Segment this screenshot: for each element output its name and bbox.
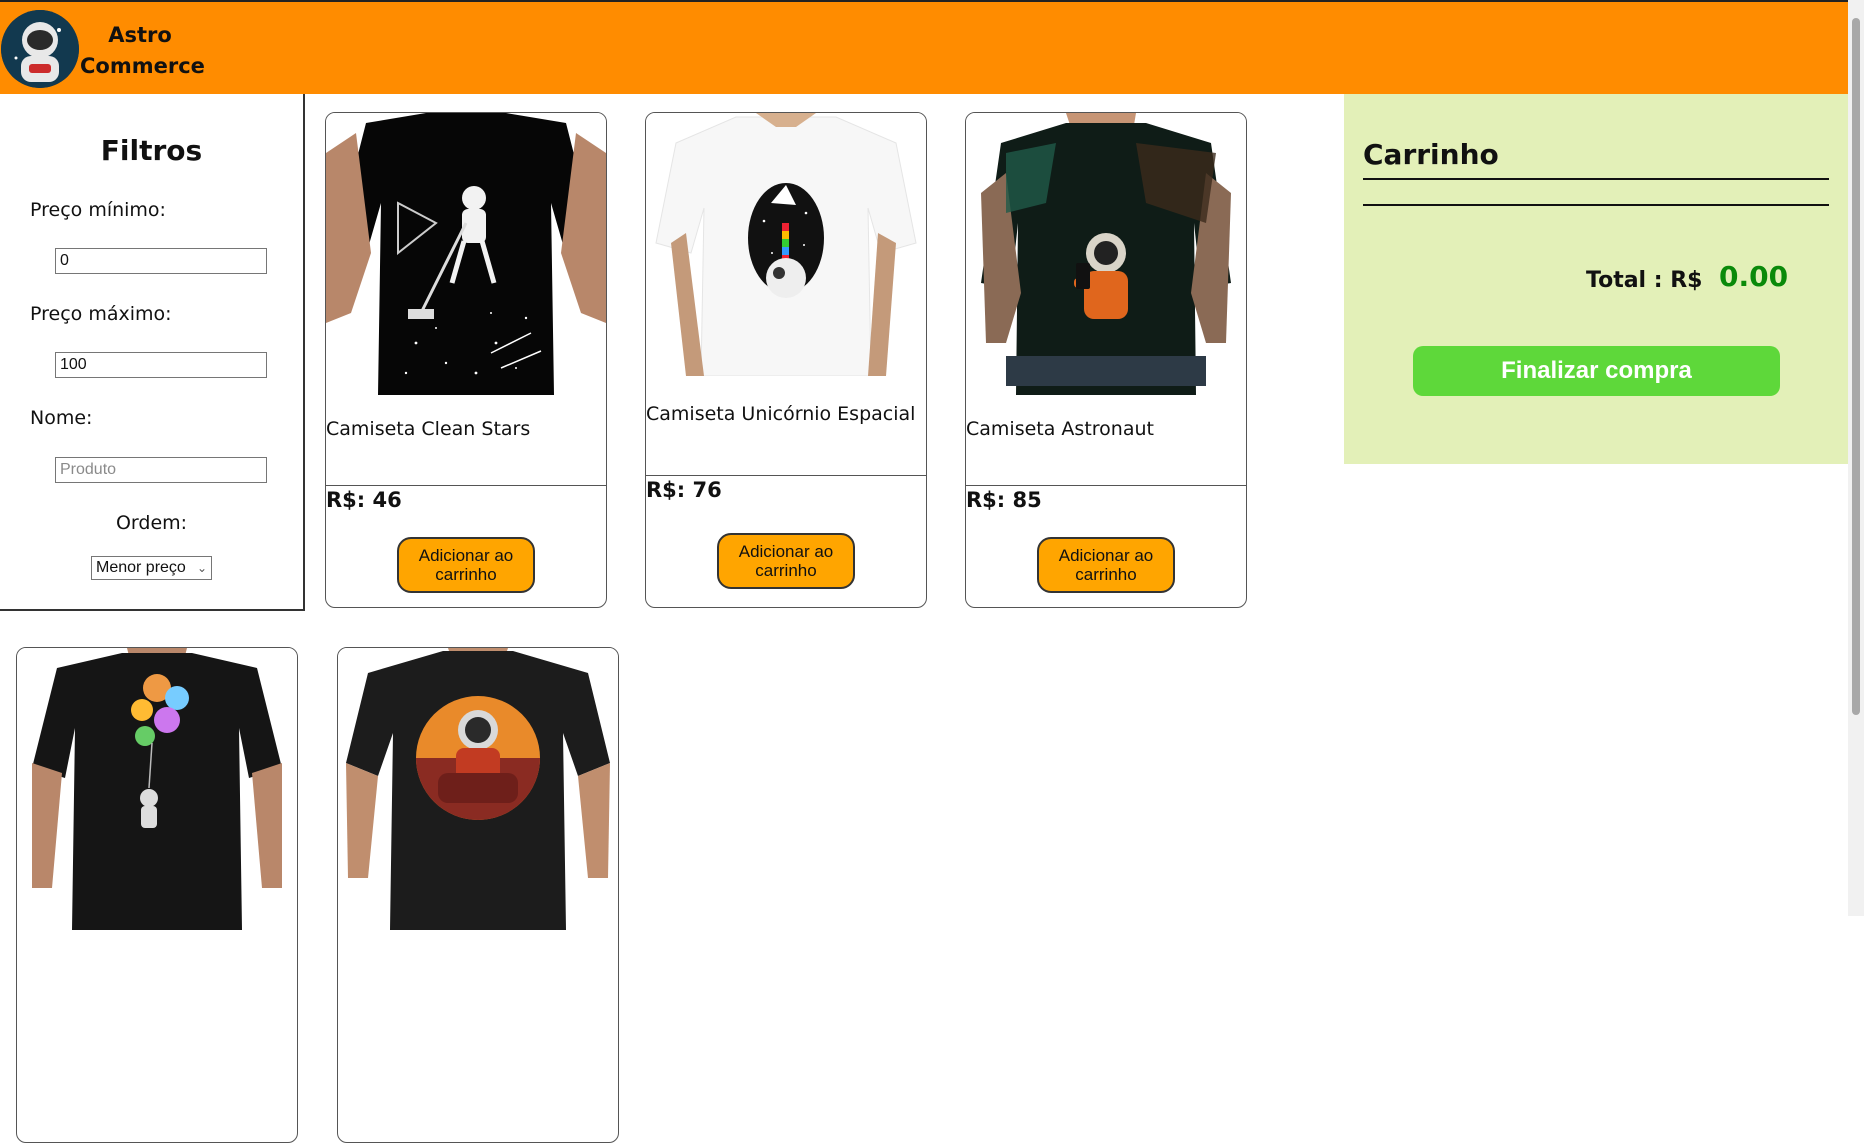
add-to-cart-button[interactable]: Adicionar ao carrinho xyxy=(717,533,855,589)
max-price-label: Preço máximo: xyxy=(30,303,172,325)
astronaut-logo-icon[interactable] xyxy=(1,10,79,88)
filters-panel: Filtros Preço mínimo: 0 Preço máximo: 10… xyxy=(0,94,305,611)
product-image xyxy=(17,648,297,930)
card-divider xyxy=(646,475,926,476)
name-input[interactable]: Produto xyxy=(55,457,267,483)
cart-total-value: 0.00 xyxy=(1719,260,1789,293)
add-to-cart-label-2: carrinho xyxy=(435,565,497,584)
min-price-label: Preço mínimo: xyxy=(30,199,166,221)
product-name: Camiseta Clean Stars xyxy=(326,418,531,440)
card-divider xyxy=(966,485,1246,486)
product-name: Camiseta Astronaut xyxy=(966,418,1154,440)
cart-divider-bottom xyxy=(1363,204,1829,206)
add-to-cart-button[interactable]: Adicionar ao carrinho xyxy=(1037,537,1175,593)
add-to-cart-label-2: carrinho xyxy=(755,561,817,580)
product-card xyxy=(16,647,298,1143)
product-image xyxy=(966,113,1246,395)
product-price: R$: 85 xyxy=(966,488,1042,512)
site-header: Astro Commerce xyxy=(0,0,1848,94)
product-price: R$: 46 xyxy=(326,488,402,512)
checkout-button[interactable]: Finalizar compra xyxy=(1413,346,1780,396)
product-card: Camiseta Astronaut R$: 85 Adicionar ao c… xyxy=(965,112,1247,608)
product-card: Camiseta Unicórnio Espacial R$: 76 Adici… xyxy=(645,112,927,608)
min-price-input[interactable]: 0 xyxy=(55,248,267,274)
max-price-input[interactable]: 100 xyxy=(55,352,267,378)
cart-total-label: Total : R$ xyxy=(1586,268,1703,293)
filters-title: Filtros xyxy=(100,134,203,167)
product-image xyxy=(338,648,618,930)
cart-panel: Carrinho Total : R$ 0.00 Finalizar compr… xyxy=(1344,94,1848,464)
cart-divider-top xyxy=(1363,178,1829,180)
add-to-cart-label-2: carrinho xyxy=(1075,565,1137,584)
product-image xyxy=(646,113,926,376)
product-name: Camiseta Unicórnio Espacial xyxy=(646,403,916,425)
add-to-cart-label-1: Adicionar ao xyxy=(738,542,834,561)
add-to-cart-label-1: Adicionar ao xyxy=(1058,546,1154,565)
add-to-cart-button[interactable]: Adicionar ao carrinho xyxy=(397,537,535,593)
order-select[interactable]: Menor preço ⌄ xyxy=(91,556,212,580)
brand-line-2: Commerce xyxy=(80,54,205,78)
scrollbar-thumb[interactable] xyxy=(1852,18,1860,715)
product-image xyxy=(326,113,606,395)
brand-line-1: Astro xyxy=(108,23,172,47)
cart-title: Carrinho xyxy=(1363,138,1499,171)
page-scrollbar[interactable] xyxy=(1848,0,1864,916)
chevron-down-icon: ⌄ xyxy=(196,561,207,575)
name-label: Nome: xyxy=(30,407,93,429)
order-label: Ordem: xyxy=(115,512,188,534)
product-price: R$: 76 xyxy=(646,478,722,502)
product-card: Camiseta Clean Stars R$: 46 Adicionar ao… xyxy=(325,112,607,608)
card-divider xyxy=(326,485,606,486)
product-card xyxy=(337,647,619,1143)
brand-name: Astro Commerce xyxy=(80,20,205,82)
add-to-cart-label-1: Adicionar ao xyxy=(418,546,514,565)
order-select-value: Menor preço xyxy=(96,559,186,576)
